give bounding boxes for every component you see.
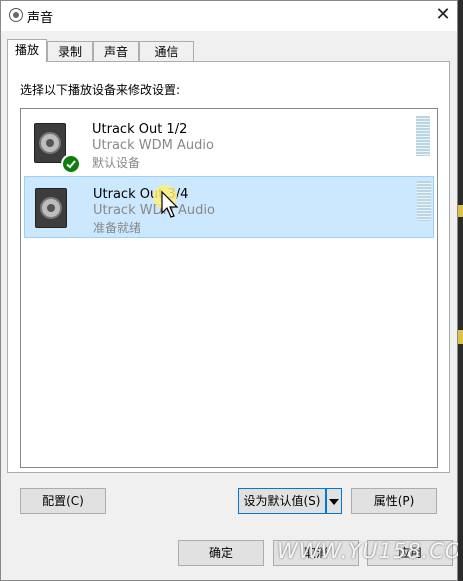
tab-recording[interactable]: 录制	[47, 41, 93, 61]
device-item[interactable]: Utrack Out 1/2 Utrack WDM Audio 默认设备	[24, 112, 434, 174]
watermark-text: WWW.YU158.COM	[277, 539, 463, 563]
set-default-dropdown[interactable]	[326, 488, 342, 514]
ok-button[interactable]: 确定	[178, 540, 264, 566]
title-bar: 声音 ✕	[1, 1, 457, 31]
device-status: 准备就绪	[93, 221, 142, 235]
background-window-edge	[458, 0, 463, 581]
properties-button[interactable]: 属性(P)	[351, 488, 437, 514]
speaker-icon	[34, 123, 66, 163]
instruction-text: 选择以下播放设备来修改设置:	[20, 83, 181, 97]
device-driver: Utrack WDM Audio	[93, 203, 215, 218]
device-list: Utrack Out 1/2 Utrack WDM Audio 默认设备 Utr…	[20, 108, 438, 468]
device-item-selected[interactable]: Utrack Out 3/4 Utrack WDM Audio 准备就绪	[24, 176, 434, 238]
close-button[interactable]: ✕	[429, 3, 457, 27]
tab-sounds[interactable]: 声音	[93, 41, 139, 61]
device-name: Utrack Out 1/2	[92, 122, 188, 137]
tab-playback[interactable]: 播放	[7, 39, 47, 62]
checkmark-icon	[61, 154, 81, 174]
tab-communications[interactable]: 通信	[139, 41, 194, 61]
speaker-icon	[35, 188, 67, 228]
speaker-icon	[9, 8, 23, 22]
playback-panel: 选择以下播放设备来修改设置: Utrack Out 1/2 Utrack WDM…	[7, 61, 450, 473]
sound-dialog: 声音 ✕ 播放 录制 声音 通信 选择以下播放设备来修改设置: Utrack O…	[0, 0, 463, 581]
level-meter	[417, 181, 431, 221]
device-status: 默认设备	[92, 156, 141, 170]
set-default-button[interactable]: 设为默认值(S)	[238, 488, 326, 514]
window-title: 声音	[27, 11, 54, 26]
configure-button[interactable]: 配置(C)	[20, 488, 106, 514]
chevron-down-icon	[329, 499, 339, 505]
mouse-pointer-icon	[161, 191, 179, 218]
device-driver: Utrack WDM Audio	[92, 138, 214, 153]
level-meter	[416, 116, 430, 156]
